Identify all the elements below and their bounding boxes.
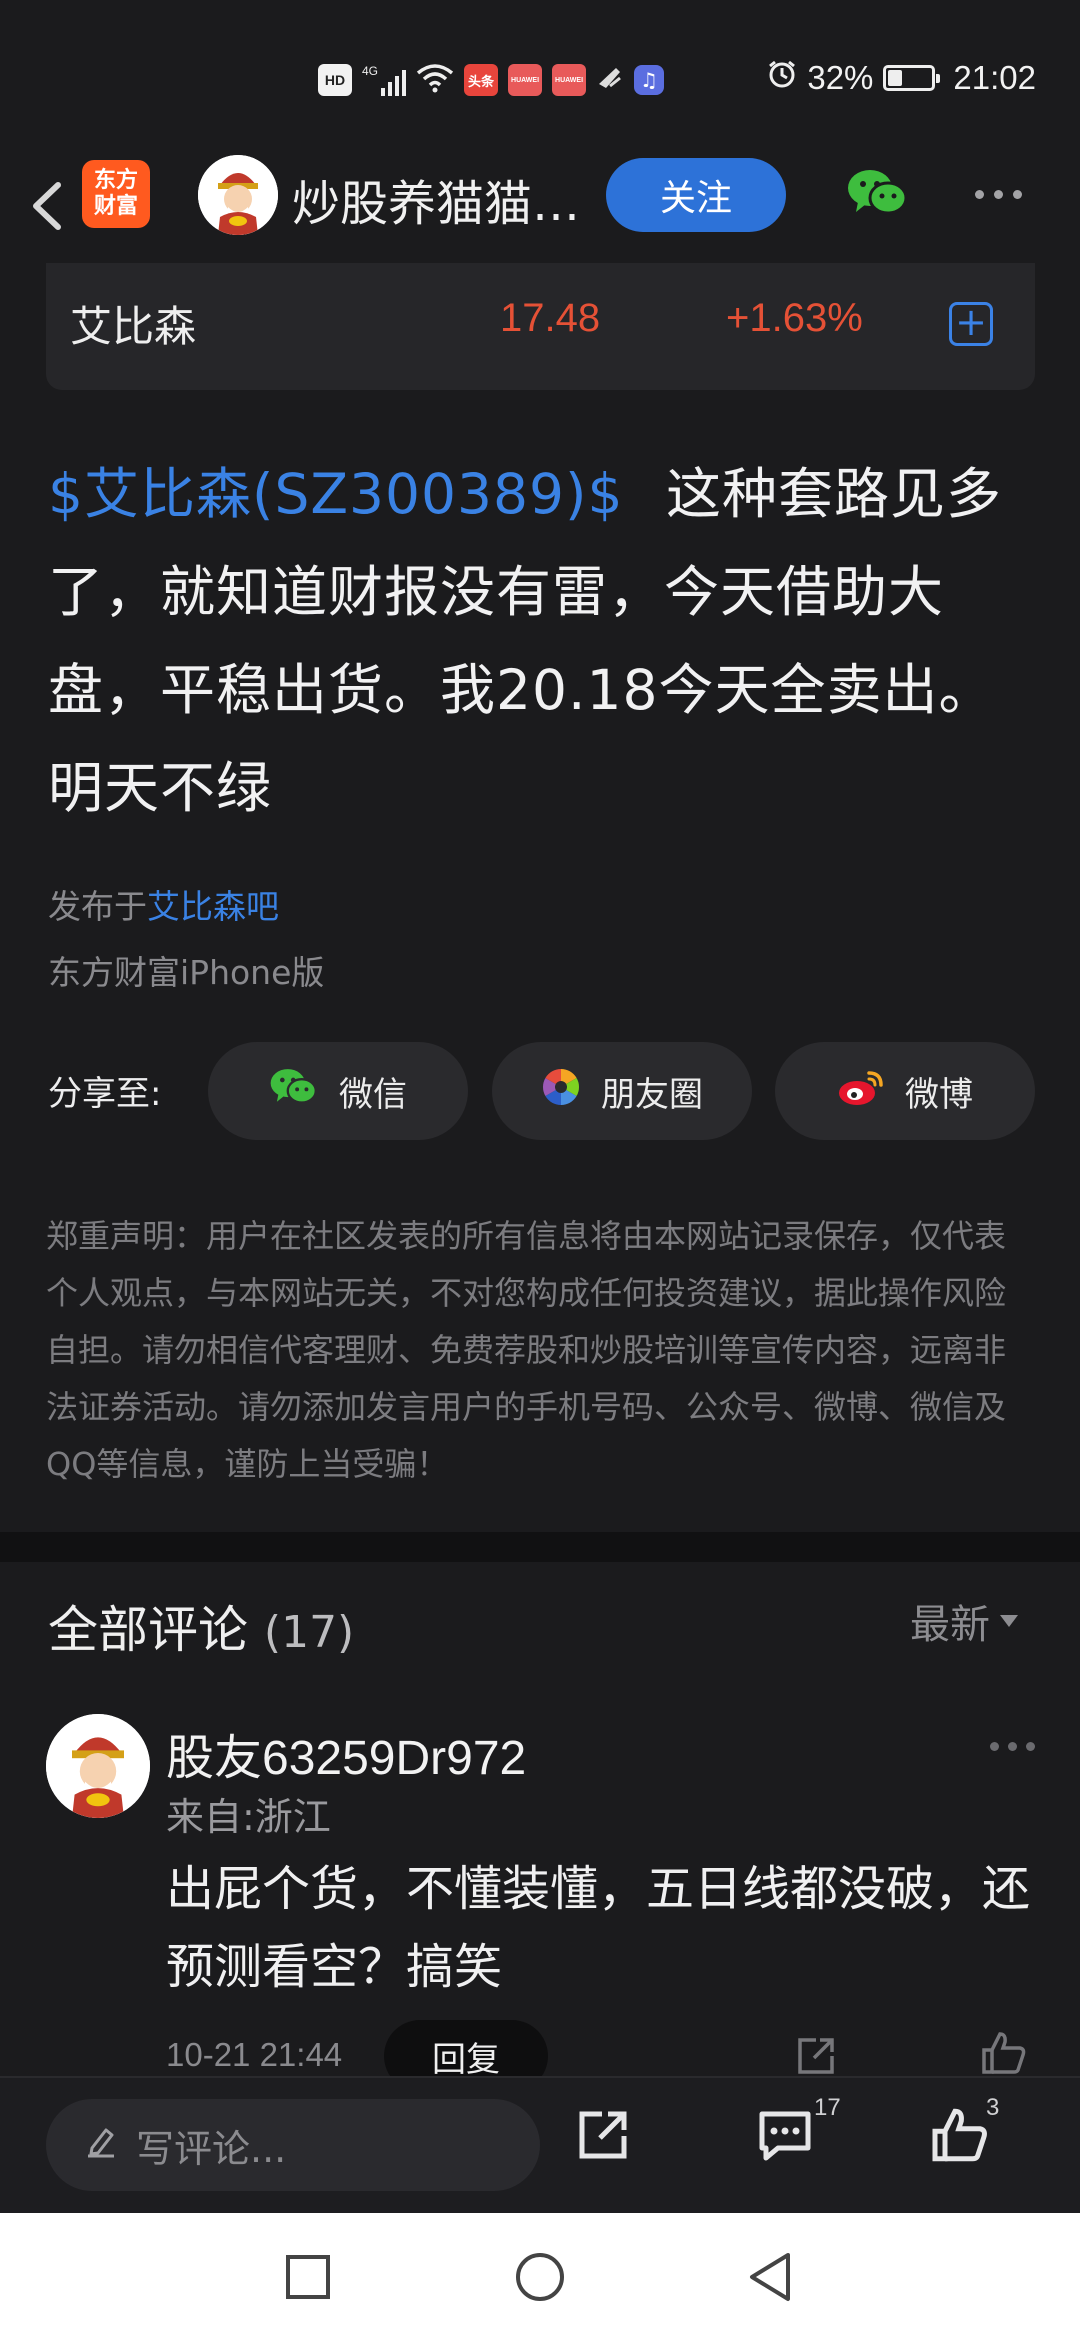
published-prefix: 发布于 xyxy=(48,887,147,926)
share-wechat-label: 微信 xyxy=(339,1075,407,1114)
share-moments-label: 朋友圈 xyxy=(601,1075,703,1114)
section-divider xyxy=(0,1532,1080,1562)
comment-time: 10-21 21:44 xyxy=(166,2036,343,2073)
hd-indicator: HD xyxy=(318,64,352,96)
comment-text: 出屁个货，不懂装懂，五日线都没破，还预测看空？搞笑 xyxy=(166,1861,1031,1995)
comments-count: (17) xyxy=(263,1607,355,1658)
logo-line-1: 东方 xyxy=(93,168,138,193)
alarm-icon xyxy=(767,59,797,97)
comment-more-icon[interactable] xyxy=(990,1742,1035,1751)
more-options-icon[interactable] xyxy=(975,190,1022,199)
post-published-in: 发布于艾比森吧 xyxy=(48,880,279,928)
commenter-name[interactable]: 股友63259Dr972 xyxy=(166,1718,526,1788)
back-nav-icon[interactable] xyxy=(744,2251,796,2307)
comment-placeholder: 写评论... xyxy=(136,2126,287,2171)
wifi-icon xyxy=(416,63,454,97)
write-comment-input[interactable]: 写评论... xyxy=(46,2099,540,2191)
status-right: 32% 21:02 xyxy=(767,56,1036,100)
system-navigation-bar xyxy=(0,2213,1080,2340)
logo-line-2: 财富 xyxy=(93,194,138,219)
caret-down-icon xyxy=(1000,1615,1018,1627)
comment-like-icon[interactable] xyxy=(980,2030,1028,2080)
post-content: $艾比森(SZ300389)$ 这种套路见多了，就知道财报没有雷，今天借助大盘，… xyxy=(48,445,1038,837)
bottom-action-bar: 写评论... 17 3 xyxy=(0,2076,1080,2213)
comments-icon[interactable] xyxy=(756,2106,814,2168)
disclaimer-text: 郑重声明：用户在社区发表的所有信息将由本网站记录保存，仅代表个人观点，与本网站无… xyxy=(46,1217,1007,1483)
eastmoney-logo: 东方 财富 xyxy=(82,160,150,228)
recent-apps-icon[interactable] xyxy=(284,2253,332,2305)
share-label: 分享至: xyxy=(48,1074,162,1114)
comments-header: 全部评论 (17) xyxy=(48,1590,354,1662)
status-bar: HD 4G 头条 HUAWEI HUAWEI ♫ 32% 21:02 xyxy=(0,0,1080,150)
stock-bar-link[interactable]: 艾比森吧 xyxy=(147,887,279,926)
battery-percent: 32% xyxy=(807,59,874,96)
back-icon[interactable] xyxy=(22,167,72,245)
comment-share-icon[interactable] xyxy=(794,2034,838,2082)
like-icon[interactable] xyxy=(930,2106,990,2168)
comments-title: 全部评论 xyxy=(48,1601,248,1659)
share-weibo-button[interactable]: 微博 xyxy=(775,1042,1035,1140)
share-icon[interactable] xyxy=(574,2106,632,2168)
share-wechat-button[interactable]: 微信 xyxy=(208,1042,468,1140)
like-count-badge: 3 xyxy=(986,2094,1000,2121)
post-client: 东方财富iPhone版 xyxy=(48,953,325,992)
huawei-app-icon-2: HUAWEI xyxy=(552,64,587,96)
commenter-location: 来自:浙江 xyxy=(166,1795,331,1839)
network-type-label: 4G xyxy=(362,64,379,78)
stock-quote-card[interactable]: 艾比森 17.48 +1.63% + xyxy=(46,263,1035,390)
share-moments-button[interactable]: 朋友圈 xyxy=(492,1042,752,1140)
sort-label: 最新 xyxy=(910,1602,990,1648)
huawei-app-icon: HUAWEI xyxy=(508,64,543,96)
stock-tag-link[interactable]: $艾比森(SZ300389)$ xyxy=(48,462,623,526)
comment-sort-dropdown[interactable]: 最新 xyxy=(910,1592,1018,1650)
author-avatar[interactable] xyxy=(198,155,278,235)
music-icon: ♫ xyxy=(634,65,665,95)
status-icons: HD 4G 头条 HUAWEI HUAWEI ♫ xyxy=(318,60,665,100)
wechat-icon xyxy=(269,1066,319,1117)
signal-icon: 4G xyxy=(362,64,407,96)
stock-name: 艾比森 xyxy=(70,302,197,351)
top-nav-bar: 东方 财富 炒股养猫猫… 关注 xyxy=(0,150,1080,262)
weibo-icon xyxy=(837,1067,885,1116)
stock-change: +1.63% xyxy=(726,296,863,340)
wechat-share-icon[interactable] xyxy=(846,166,910,224)
clock: 21:02 xyxy=(953,59,1036,96)
stock-price: 17.48 xyxy=(500,296,601,340)
home-icon[interactable] xyxy=(514,2251,566,2307)
battery-level xyxy=(888,70,903,86)
author-name[interactable]: 炒股养猫猫… xyxy=(292,164,582,234)
battery-icon xyxy=(883,65,941,91)
follow-button[interactable]: 关注 xyxy=(606,158,786,232)
commenter-avatar[interactable] xyxy=(46,1714,150,1818)
toutiao-icon: 头条 xyxy=(464,64,499,96)
add-to-watchlist-button[interactable]: + xyxy=(949,302,993,346)
share-weibo-label: 微博 xyxy=(905,1075,973,1114)
pencil-icon xyxy=(84,2123,118,2167)
bird-icon xyxy=(596,64,624,96)
comment-count-badge: 17 xyxy=(814,2094,841,2121)
moments-icon xyxy=(541,1067,581,1116)
